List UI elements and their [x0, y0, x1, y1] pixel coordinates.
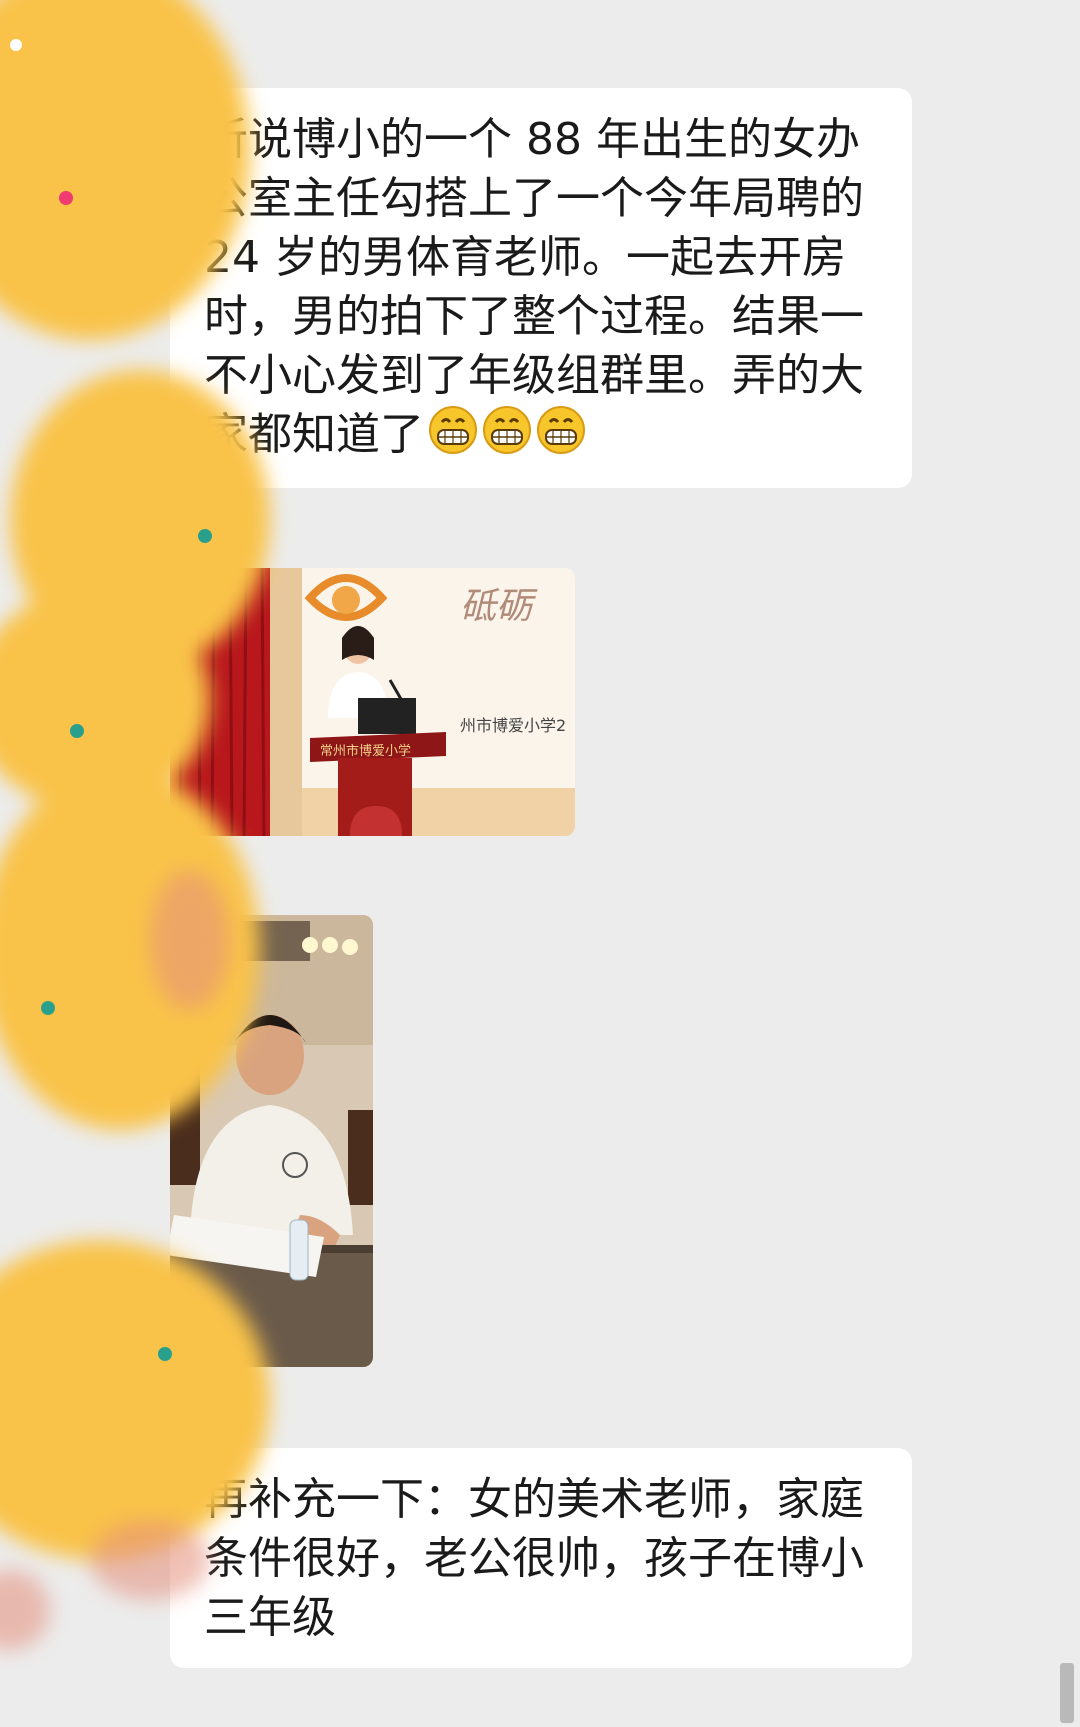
grin-face-icon — [428, 405, 478, 470]
banner-text-2: 州市博爱小学2 — [460, 716, 566, 735]
photo-woman-at-podium[interactable]: 砥砺 州市博爱小学2 常州市博爱小学 — [170, 568, 575, 836]
grin-face-icon — [536, 405, 586, 470]
message-bubble-2[interactable]: 再补充一下：女的美术老师，家庭条件很好，老公很帅，孩子在博小三年级 — [170, 1448, 912, 1668]
grin-face-icon — [482, 405, 532, 470]
podium-text: 常州市博爱小学 — [320, 743, 411, 759]
photo-man-writing-at-table[interactable] — [170, 915, 373, 1367]
chat-thread: 听说博小的一个 88 年出生的女办公室主任勾搭上了一个今年局聘的 24 岁的男体… — [0, 0, 1080, 1727]
message-text: 再补充一下：女的美术老师，家庭条件很好，老公很帅，孩子在博小三年级 — [204, 1474, 864, 1643]
banner-text-1: 砥砺 — [460, 586, 538, 627]
message-bubble-1[interactable]: 听说博小的一个 88 年出生的女办公室主任勾搭上了一个今年局聘的 24 岁的男体… — [170, 88, 912, 488]
scrollbar[interactable] — [1060, 1663, 1074, 1723]
